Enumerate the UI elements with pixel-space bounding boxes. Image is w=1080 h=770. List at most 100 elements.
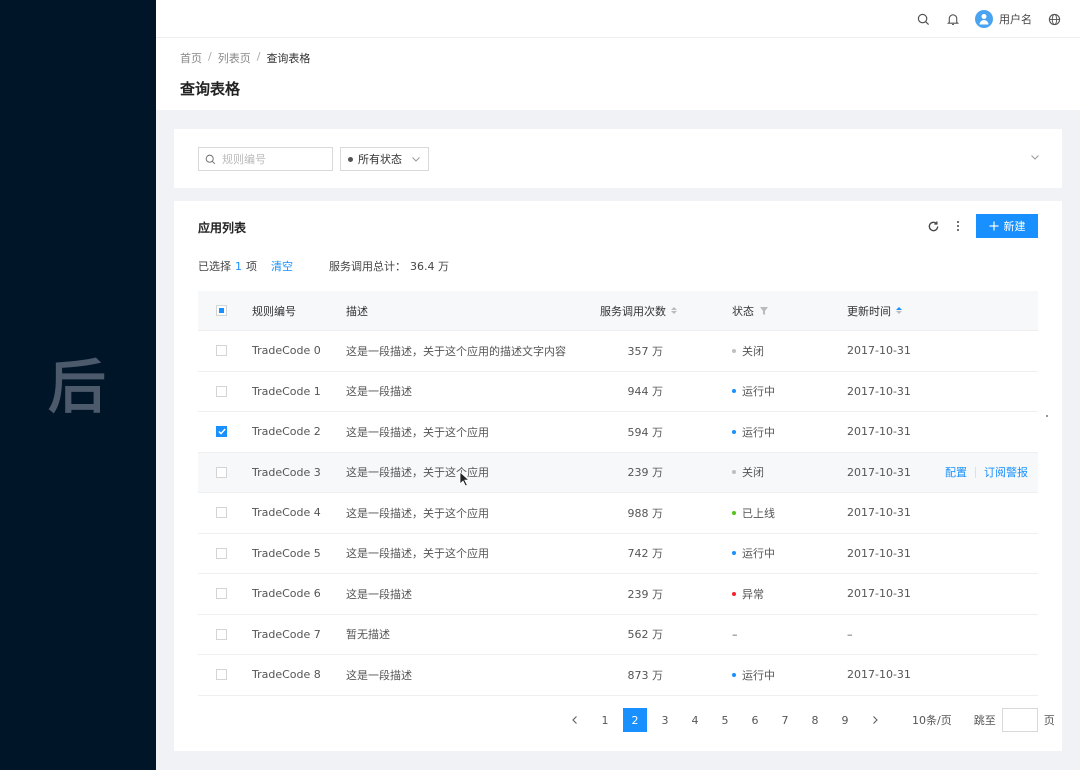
updated-at: – [847, 627, 853, 641]
page-1[interactable]: 1 [590, 708, 620, 732]
configure-link[interactable]: 配置 [945, 464, 967, 480]
globe-icon[interactable] [1046, 11, 1062, 27]
rule-code: TradeCode 4 [252, 506, 321, 520]
rule-code-search-input[interactable]: 规则编号 [198, 147, 333, 171]
breadcrumb-list[interactable]: 列表页 [218, 50, 251, 66]
status-dot [732, 389, 736, 394]
row-checkbox[interactable] [216, 669, 227, 681]
jump-page-input[interactable] [1001, 708, 1038, 732]
description: 这是一段描述，关于这个应用 [346, 506, 489, 520]
table-row[interactable]: TradeCode 6 这是一段描述 239 万 异常 2017-10-31 [198, 574, 1038, 615]
column-header-code: 规则编号 [252, 304, 296, 318]
status-text: 运行中 [742, 668, 775, 682]
status-filter-select[interactable]: 所有状态 [340, 147, 429, 171]
selected-prefix: 已选择 [198, 260, 231, 273]
table-row[interactable]: TradeCode 7 暂无描述 562 万 – – [198, 615, 1038, 655]
page-5[interactable]: 5 [710, 708, 740, 732]
row-checkbox[interactable] [216, 385, 227, 397]
rule-code: TradeCode 2 [252, 425, 321, 439]
page-4[interactable]: 4 [680, 708, 710, 732]
table-row[interactable]: TradeCode 1 这是一段描述 944 万 运行中 2017-10-31 [198, 372, 1038, 412]
status-dot [732, 348, 736, 353]
prev-page-button[interactable] [560, 708, 590, 732]
status-dot [732, 591, 736, 596]
page-3[interactable]: 3 [650, 708, 680, 732]
page-2[interactable]: 2 [623, 708, 647, 732]
status-text: 运行中 [742, 547, 775, 561]
table-row[interactable]: TradeCode 5 这是一段描述，关于这个应用 742 万 运行中 2017-10-… [198, 534, 1038, 574]
row-checkbox[interactable] [216, 466, 227, 478]
mouse-cursor-icon [459, 471, 470, 487]
row-checkbox[interactable] [216, 507, 227, 519]
page-size-select[interactable]: 10条/页 [912, 712, 952, 728]
total-calls-value: 36.4 万 [410, 260, 449, 273]
column-header-status-label: 状态 [732, 304, 754, 318]
filter-icon [760, 306, 768, 315]
rule-code: TradeCode 7 [252, 627, 321, 641]
row-select-cell [216, 534, 227, 574]
breadcrumb-home[interactable]: 首页 [180, 50, 202, 66]
select-all-checkbox[interactable] [216, 305, 227, 316]
call-count: 562 万 [627, 628, 664, 642]
selected-count: 1 [235, 259, 242, 273]
description: 这是一段描述 [346, 587, 412, 601]
selection-summary: 已选择 1 项 清空 服务调用总计： 36.4 万 [198, 258, 449, 274]
status-cell: – [732, 615, 738, 655]
avatar [975, 10, 993, 28]
status-cell: 关闭 [732, 453, 764, 493]
page-7[interactable]: 7 [770, 708, 800, 732]
row-checkbox[interactable] [216, 345, 227, 357]
jump-suffix: 页 [1043, 714, 1055, 727]
column-header-calls[interactable]: 服务调用次数 [600, 291, 677, 330]
status-dot [348, 156, 353, 162]
description: 这是一段描述，关于这个应用 [346, 547, 489, 561]
row-select-cell [216, 655, 227, 695]
table-row[interactable]: TradeCode 2 这是一段描述，关于这个应用 594 万 运行中 2017-10-… [198, 412, 1038, 453]
breadcrumb-separator: / [208, 50, 212, 63]
page-list: 123456789 [590, 708, 860, 732]
search-icon[interactable] [915, 11, 931, 27]
call-count: 988 万 [627, 506, 664, 520]
table-row[interactable]: TradeCode 4 这是一段描述，关于这个应用 988 万 已上线 2017-10-… [198, 493, 1038, 534]
reload-icon[interactable] [927, 220, 940, 233]
clear-selection-link[interactable]: 清空 [271, 258, 293, 274]
column-header-status[interactable]: 状态 [732, 291, 768, 330]
selected-suffix: 项 [246, 260, 257, 273]
row-select-cell [216, 493, 227, 533]
status-text: 关闭 [742, 466, 764, 480]
page-6[interactable]: 6 [740, 708, 770, 732]
row-actions: 配置 订阅警报 [945, 453, 1028, 493]
next-page-button[interactable] [860, 708, 890, 732]
row-checkbox[interactable] [216, 628, 227, 640]
page-8[interactable]: 8 [800, 708, 830, 732]
description: 暂无描述 [346, 628, 390, 642]
sort-icon [671, 307, 677, 314]
row-checkbox[interactable] [216, 547, 227, 559]
user-menu[interactable]: 用户名 [975, 10, 1032, 28]
subscribe-alert-link[interactable]: 订阅警报 [984, 464, 1028, 480]
table-row[interactable]: TradeCode 8 这是一段描述 873 万 运行中 2017-10-31 [198, 655, 1038, 696]
call-count: 944 万 [627, 385, 664, 399]
page-9[interactable]: 9 [830, 708, 860, 732]
expand-filters-chevron-icon[interactable] [1030, 152, 1040, 162]
table-row[interactable]: TradeCode 0 这是一段描述，关于这个应用的描述文字内容 357 万 关闭 20… [198, 331, 1038, 372]
updated-at: 2017-10-31 [847, 384, 911, 398]
more-icon[interactable] [956, 220, 960, 232]
row-checkbox[interactable] [216, 588, 227, 600]
table-row[interactable]: TradeCode 3 这是一段描述，关于这个应用 239 万关闭 2017-10-3… [198, 452, 1038, 493]
call-count: 239 万 [627, 466, 664, 480]
search-icon [205, 154, 216, 164]
new-button[interactable]: 新建 [976, 214, 1038, 238]
row-select-cell [216, 453, 227, 493]
row-checkbox[interactable] [216, 426, 227, 438]
table-toolbar: 新建 [927, 214, 1038, 238]
call-count: 873 万 [627, 668, 664, 682]
status-text: 运行中 [742, 385, 775, 399]
breadcrumb: 首页 / 列表页 / 查询表格 [180, 50, 310, 66]
bell-icon[interactable] [945, 11, 961, 27]
updated-at: 2017-10-31 [847, 587, 911, 601]
status-text: – [732, 627, 738, 641]
sider: 后 [0, 0, 156, 770]
column-header-updated[interactable]: 更新时间 [847, 291, 902, 330]
table-body: TradeCode 0 这是一段描述，关于这个应用的描述文字内容 357 万关闭 20… [198, 331, 1038, 696]
